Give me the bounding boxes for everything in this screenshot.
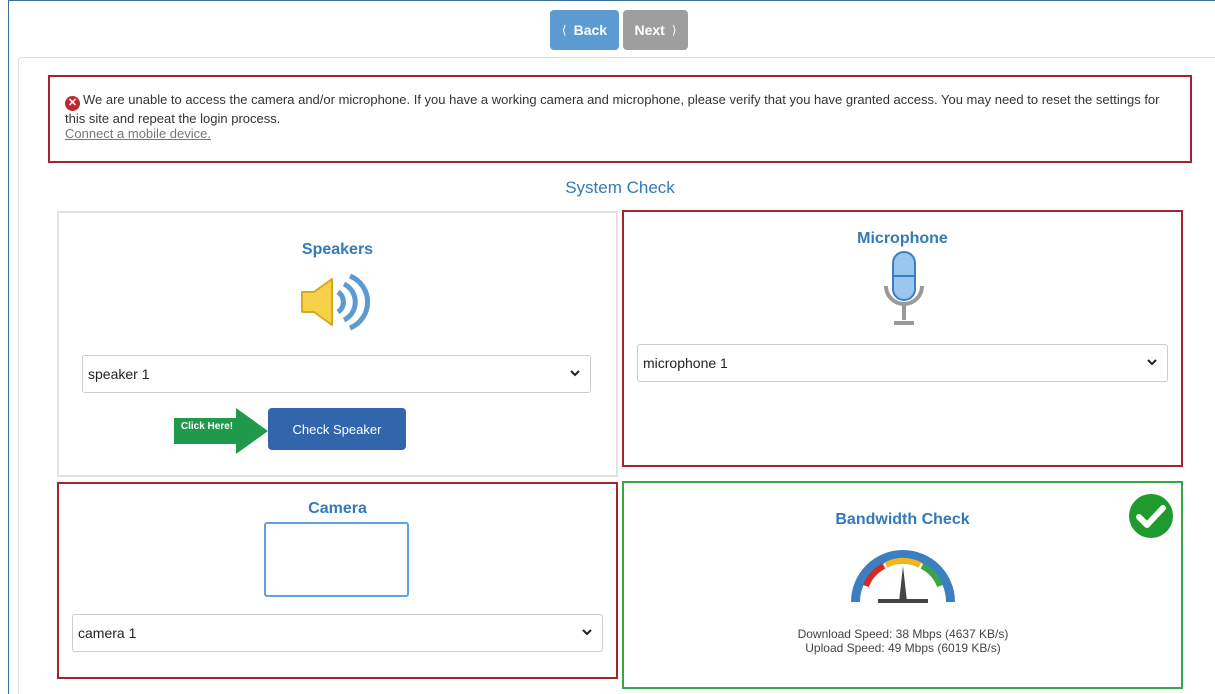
connect-mobile-link[interactable]: Connect a mobile device. <box>65 126 1176 141</box>
speakers-title: Speakers <box>301 241 374 258</box>
camera-select[interactable]: camera 1 <box>72 614 603 652</box>
speaker-select[interactable]: speaker 1 <box>82 355 591 393</box>
chevron-right-icon: ⟩ <box>671 23 677 37</box>
camera-title: Camera <box>308 500 367 517</box>
check-speaker-button[interactable]: Check Speaker <box>268 408 406 450</box>
speedometer-icon <box>851 550 955 603</box>
error-circle-icon: ✕ <box>65 96 80 111</box>
alert-message: We are unable to access the camera and/o… <box>65 92 1160 126</box>
upload-speed: Upload Speed: 49 Mbps (6019 KB/s) <box>805 641 1001 655</box>
chevron-down-icon <box>1147 359 1157 366</box>
click-here-hint: Click Here! <box>180 421 234 432</box>
back-button[interactable]: ⟨ Back <box>550 10 619 50</box>
microphone-select[interactable]: microphone 1 <box>637 344 1168 382</box>
page-title: System Check <box>565 178 675 197</box>
speaker-icon <box>301 273 371 331</box>
camera-select-value: camera 1 <box>78 625 137 641</box>
check-circle-icon <box>1129 494 1173 538</box>
microphone-icon <box>884 251 924 325</box>
chevron-down-icon <box>570 370 580 377</box>
chevron-left-icon: ⟨ <box>561 23 567 37</box>
download-speed: Download Speed: 38 Mbps (4637 KB/s) <box>797 627 1009 641</box>
next-button[interactable]: Next ⟩ <box>623 10 688 50</box>
speaker-select-value: speaker 1 <box>88 366 150 382</box>
permission-alert: ✕ We are unable to access the camera and/… <box>48 75 1192 163</box>
back-button-label: Back <box>573 22 608 38</box>
wizard-nav: ⟨ Back Next ⟩ <box>550 10 688 50</box>
chevron-down-icon <box>582 629 592 636</box>
camera-preview <box>264 522 409 597</box>
microphone-title: Microphone <box>857 230 948 247</box>
microphone-select-value: microphone 1 <box>643 355 728 371</box>
bandwidth-title: Bandwidth Check <box>835 511 970 528</box>
microphone-card: Microphone <box>622 210 1183 467</box>
next-button-label: Next <box>634 22 665 38</box>
